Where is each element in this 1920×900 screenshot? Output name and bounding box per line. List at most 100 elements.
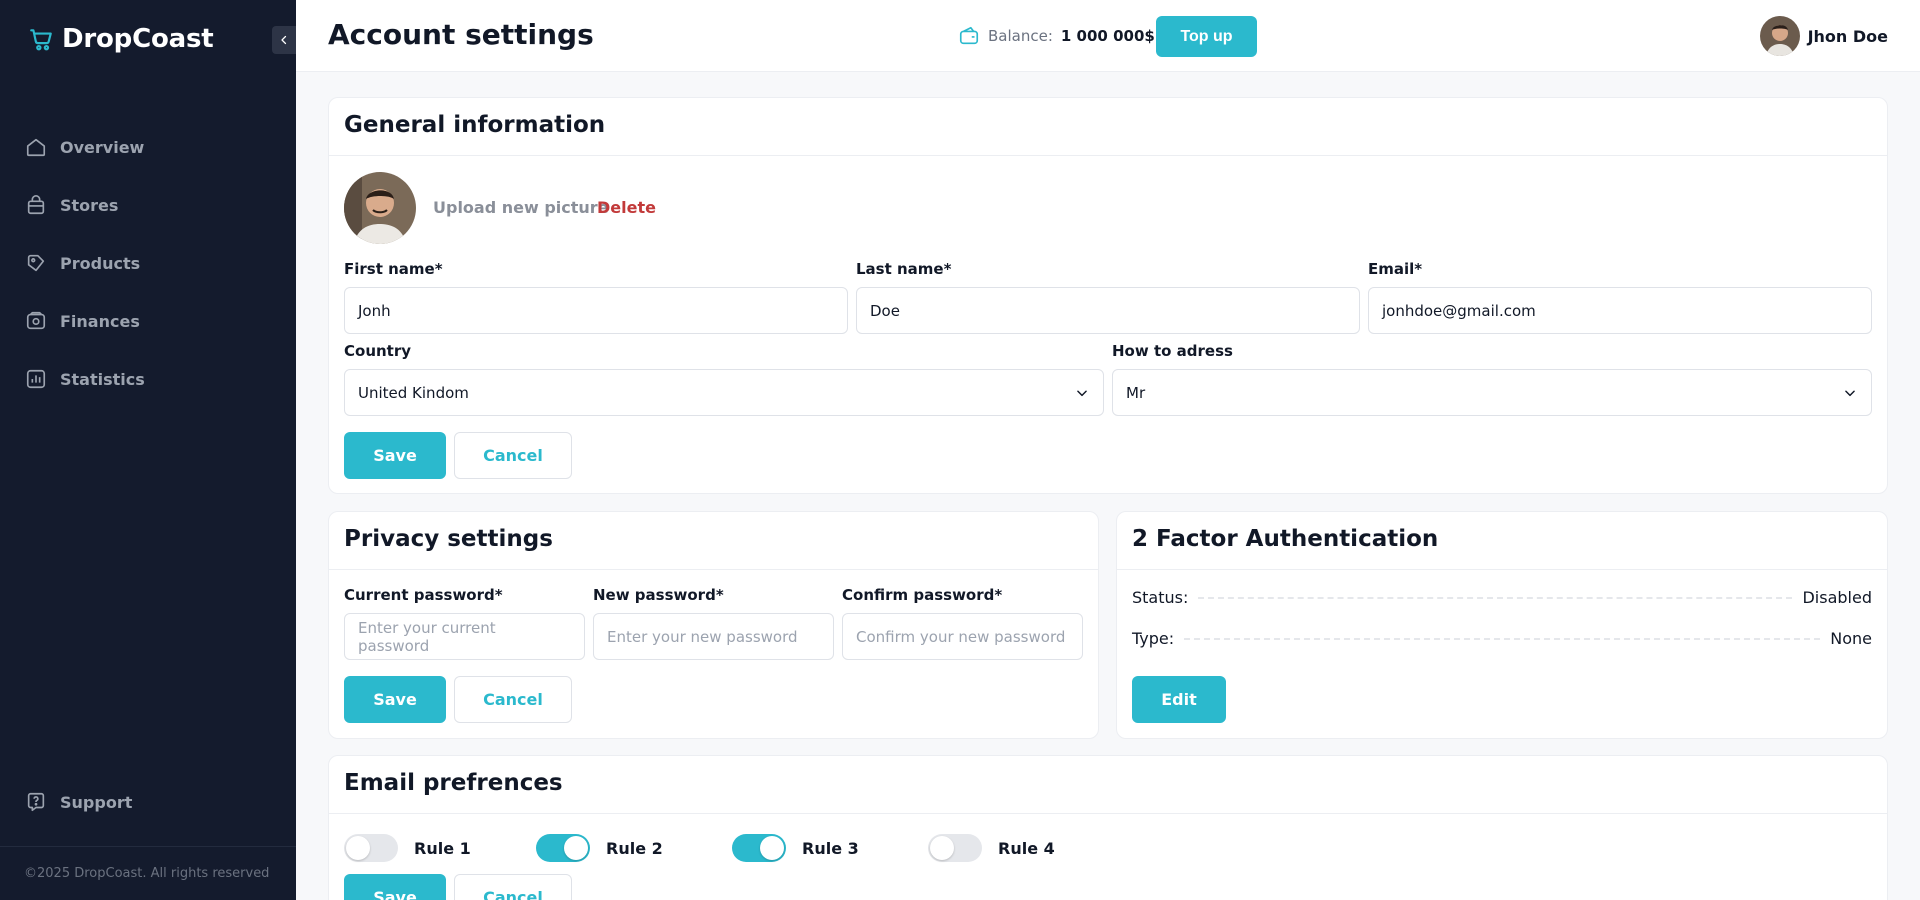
- home-icon: [24, 135, 48, 159]
- general-information-card: General information Upload new picture D…: [328, 97, 1888, 494]
- profile-picture[interactable]: [344, 172, 416, 244]
- divider: [329, 569, 1098, 570]
- rule-1-toggle[interactable]: [344, 834, 398, 862]
- last-name-label: Last name*: [856, 260, 952, 278]
- save-button[interactable]: Save: [344, 676, 446, 723]
- help-icon: [24, 790, 48, 814]
- card-title: Email prefrences: [344, 770, 563, 796]
- chevron-down-icon: [1845, 390, 1855, 397]
- tag-icon: [24, 251, 48, 275]
- header: Account settings Balance: 1 000 000$ Top…: [296, 0, 1920, 72]
- cart-icon: [30, 29, 52, 51]
- address-select[interactable]: Mr: [1112, 369, 1872, 416]
- sidebar-item-label: Products: [60, 253, 141, 273]
- balance: Balance: 1 000 000$: [958, 25, 1155, 47]
- support-label: Support: [60, 792, 133, 812]
- country-select[interactable]: United Kindom: [344, 369, 1104, 416]
- rule-2-label: Rule 2: [606, 838, 663, 858]
- first-name-label: First name*: [344, 260, 443, 278]
- rule-3-toggle[interactable]: [732, 834, 786, 862]
- first-name-field[interactable]: Jonh: [344, 287, 848, 334]
- sidebar: DropCoast Overview Stores Products Finan…: [0, 0, 296, 900]
- confirm-password-field[interactable]: Confirm your new password: [842, 613, 1083, 660]
- twofa-type-row: Type: None: [1132, 629, 1872, 648]
- sidebar-item-label: Stores: [60, 195, 119, 215]
- email-preferences-card: Email prefrences Rule 1 Rule 2 Rule 3 Ru…: [328, 755, 1888, 900]
- toggle-knob: [564, 836, 588, 860]
- rule-1-label: Rule 1: [414, 838, 471, 858]
- brand-name: DropCoast: [62, 24, 214, 54]
- card-title: General information: [344, 112, 606, 138]
- top-up-button[interactable]: Top up: [1156, 16, 1257, 57]
- new-password-label: New password*: [593, 586, 724, 604]
- brand[interactable]: DropCoast: [28, 24, 214, 54]
- status-value: Disabled: [1802, 588, 1872, 607]
- country-value: United Kindom: [358, 383, 469, 402]
- toggle-knob: [930, 836, 954, 860]
- delete-picture-link[interactable]: Delete: [597, 198, 656, 217]
- address-value: Mr: [1126, 383, 1146, 402]
- upload-picture-link[interactable]: Upload new picture: [433, 198, 609, 217]
- save-button[interactable]: Save: [344, 432, 446, 479]
- dashed-leader: [1198, 596, 1793, 599]
- first-name-value: Jonh: [358, 301, 391, 320]
- last-name-field[interactable]: Doe: [856, 287, 1360, 334]
- save-button[interactable]: Save: [344, 874, 446, 900]
- dashed-leader: [1184, 637, 1821, 640]
- country-label: Country: [344, 342, 412, 360]
- type-value: None: [1830, 629, 1872, 648]
- cancel-button[interactable]: Cancel: [454, 676, 572, 723]
- sidebar-item-products[interactable]: Products: [24, 234, 264, 292]
- user-menu[interactable]: Jhon Doe: [1759, 16, 1888, 56]
- email-field[interactable]: jonhdoe@gmail.com: [1368, 287, 1872, 334]
- sidebar-item-overview[interactable]: Overview: [24, 118, 264, 176]
- twofa-status-row: Status: Disabled: [1132, 588, 1872, 607]
- address-label: How to adress: [1112, 342, 1233, 360]
- current-password-label: Current password*: [344, 586, 503, 604]
- rule-3-toggle-group: Rule 3: [732, 834, 859, 862]
- sidebar-item-statistics[interactable]: Statistics: [24, 350, 264, 408]
- toggle-knob: [760, 836, 784, 860]
- collapse-sidebar-button[interactable]: [272, 26, 296, 54]
- confirm-password-label: Confirm password*: [842, 586, 1003, 604]
- sidebar-divider: [0, 846, 296, 847]
- wallet-icon: [24, 309, 48, 333]
- sidebar-item-label: Statistics: [60, 369, 145, 389]
- type-label: Type:: [1132, 629, 1175, 648]
- rule-3-label: Rule 3: [802, 838, 859, 858]
- rule-4-label: Rule 4: [998, 838, 1055, 858]
- rule-2-toggle-group: Rule 2: [536, 834, 663, 862]
- email-value: jonhdoe@gmail.com: [1382, 301, 1536, 320]
- rule-4-toggle-group: Rule 4: [928, 834, 1055, 862]
- user-photo-icon: [344, 172, 416, 244]
- sidebar-item-finances[interactable]: Finances: [24, 292, 264, 350]
- cancel-button[interactable]: Cancel: [454, 432, 572, 479]
- rule-1-toggle-group: Rule 1: [344, 834, 471, 862]
- wallet-icon: [959, 26, 979, 45]
- cancel-button[interactable]: Cancel: [454, 874, 572, 900]
- balance-label: Balance:: [988, 27, 1053, 45]
- current-password-placeholder: Enter your current password: [358, 618, 496, 655]
- sidebar-item-stores[interactable]: Stores: [24, 176, 264, 234]
- card-title: 2 Factor Authentication: [1132, 526, 1439, 552]
- current-password-field[interactable]: Enter your current password: [344, 613, 585, 660]
- user-name: Jhon Doe: [1807, 26, 1888, 46]
- avatar: [1759, 16, 1800, 56]
- copyright: ©2025 DropCoast. All rights reserved: [24, 866, 270, 881]
- edit-button[interactable]: Edit: [1132, 676, 1226, 723]
- confirm-password-placeholder: Confirm your new password: [856, 627, 1066, 646]
- new-password-field[interactable]: Enter your new password: [593, 613, 834, 660]
- sidebar-item-label: Overview: [60, 137, 145, 157]
- sidebar-item-support[interactable]: Support: [24, 790, 132, 814]
- rule-4-toggle[interactable]: [928, 834, 982, 862]
- privacy-settings-card: Privacy settings Current password* Enter…: [328, 511, 1099, 739]
- user-photo-icon: [1759, 16, 1800, 56]
- chevron-down-icon: [1077, 390, 1087, 397]
- toggle-knob: [346, 836, 370, 860]
- rule-2-toggle[interactable]: [536, 834, 590, 862]
- bag-icon: [24, 193, 48, 217]
- email-label: Email*: [1368, 260, 1423, 278]
- chart-icon: [24, 367, 48, 391]
- last-name-value: Doe: [870, 301, 900, 320]
- page-title: Account settings: [328, 18, 594, 51]
